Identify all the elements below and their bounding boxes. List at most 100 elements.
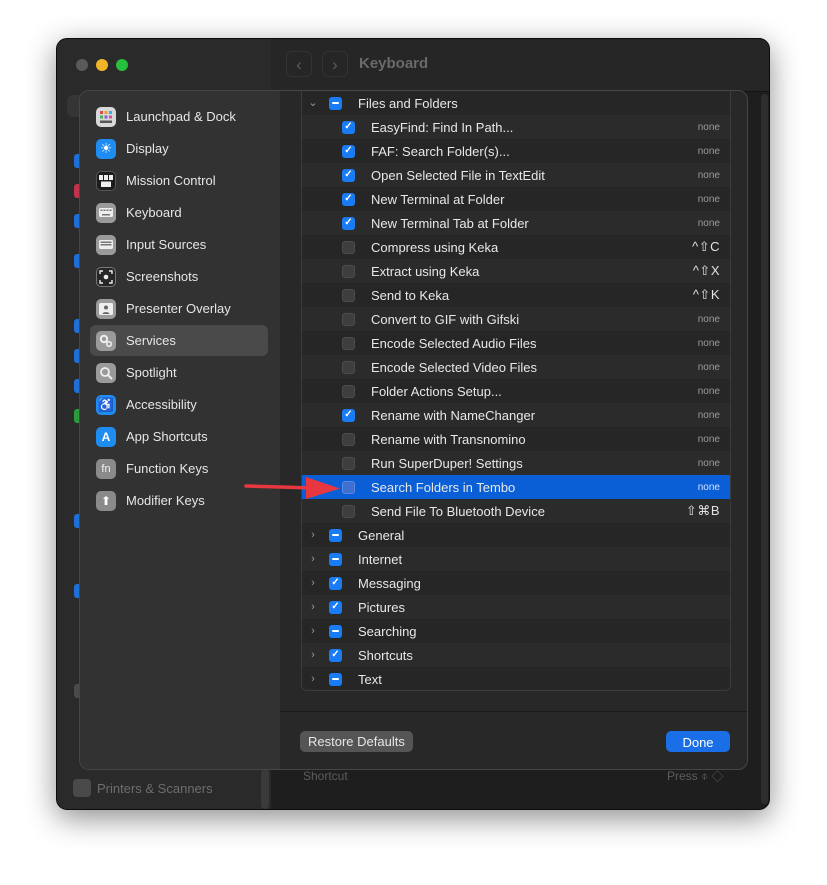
chevron-right-icon[interactable]: › xyxy=(307,601,319,613)
group-row-files-folders[interactable]: ⌄ Files and Folders xyxy=(302,91,730,115)
service-row[interactable]: ✓ New Terminal at Folder none xyxy=(302,187,730,211)
service-label: Send to Keka xyxy=(371,287,450,303)
shortcut-label[interactable]: none xyxy=(698,338,720,349)
service-row[interactable]: ✓ Rename with NameChanger none xyxy=(302,403,730,427)
sidebar-item-mission-control[interactable]: Mission Control xyxy=(90,165,268,196)
sidebar-item-screenshots[interactable]: Screenshots xyxy=(90,261,268,292)
shortcut-label[interactable]: none xyxy=(698,386,720,397)
group-checkbox[interactable] xyxy=(329,624,342,638)
group-row[interactable]: › Searching xyxy=(302,619,730,643)
chevron-right-icon[interactable]: › xyxy=(307,577,319,589)
service-checkbox[interactable] xyxy=(342,384,355,398)
group-checkbox[interactable]: ✓ xyxy=(329,600,342,614)
shortcut-label[interactable]: none xyxy=(698,146,720,157)
service-row[interactable]: ✓ New Terminal Tab at Folder none xyxy=(302,211,730,235)
group-checkbox[interactable]: ✓ xyxy=(329,648,342,662)
service-label: Open Selected File in TextEdit xyxy=(371,167,545,183)
shortcut-label[interactable]: none xyxy=(698,122,720,133)
shortcut-label[interactable]: none xyxy=(698,434,720,445)
chevron-right-icon[interactable]: › xyxy=(307,673,319,685)
zoom-window-button[interactable] xyxy=(116,59,128,71)
sidebar-item-modifier-keys[interactable]: ⬆ Modifier Keys xyxy=(90,485,268,516)
back-button[interactable]: ‹ xyxy=(286,51,312,77)
service-row[interactable]: ✓ Open Selected File in TextEdit none xyxy=(302,163,730,187)
service-row[interactable]: Run SuperDuper! Settings none xyxy=(302,451,730,475)
sidebar-item-printers-scanners[interactable]: Printers & Scanners xyxy=(73,779,213,797)
group-row[interactable]: › ✓ Messaging xyxy=(302,571,730,595)
shortcut-label[interactable]: ^⇧X xyxy=(693,263,720,279)
service-checkbox[interactable]: ✓ xyxy=(342,168,355,182)
service-row[interactable]: Compress using Keka ^⇧C xyxy=(302,235,730,259)
service-row[interactable]: Extract using Keka ^⇧X xyxy=(302,259,730,283)
service-checkbox[interactable] xyxy=(342,480,355,494)
chevron-right-icon[interactable]: › xyxy=(307,649,319,661)
shortcut-label[interactable]: none xyxy=(698,458,720,469)
service-row[interactable]: Encode Selected Video Files none xyxy=(302,355,730,379)
sidebar-item-spotlight[interactable]: Spotlight xyxy=(90,357,268,388)
group-row[interactable]: › General xyxy=(302,523,730,547)
service-row[interactable]: ✓ EasyFind: Find In Path... none xyxy=(302,115,730,139)
group-row[interactable]: › Internet xyxy=(302,547,730,571)
chevron-right-icon[interactable]: › xyxy=(307,553,319,565)
sidebar-item-presenter-overlay[interactable]: Presenter Overlay xyxy=(90,293,268,324)
service-checkbox[interactable] xyxy=(342,240,355,254)
service-checkbox[interactable] xyxy=(342,264,355,278)
sidebar-item-launchpad-dock[interactable]: Launchpad & Dock xyxy=(90,101,268,132)
service-checkbox[interactable]: ✓ xyxy=(342,216,355,230)
service-checkbox[interactable] xyxy=(342,432,355,446)
shortcut-label[interactable]: none xyxy=(698,362,720,373)
sidebar-item-accessibility[interactable]: ♿ Accessibility xyxy=(90,389,268,420)
sidebar-item-display[interactable]: ☀ Display xyxy=(90,133,268,164)
shortcut-label[interactable]: none xyxy=(698,170,720,181)
service-checkbox[interactable] xyxy=(342,456,355,470)
chevron-right-icon[interactable]: › xyxy=(307,529,319,541)
service-checkbox[interactable]: ✓ xyxy=(342,408,355,422)
sidebar-item-app-shortcuts[interactable]: A App Shortcuts xyxy=(90,421,268,452)
sidebar-item-function-keys[interactable]: fn Function Keys xyxy=(90,453,268,484)
service-checkbox[interactable] xyxy=(342,504,355,518)
group-checkbox[interactable] xyxy=(329,96,342,110)
shortcut-label[interactable]: none xyxy=(698,410,720,421)
restore-defaults-button[interactable]: Restore Defaults xyxy=(300,731,413,752)
chevron-down-icon[interactable]: ⌄ xyxy=(307,97,319,109)
shortcut-label[interactable]: none xyxy=(698,194,720,205)
service-checkbox[interactable] xyxy=(342,360,355,374)
group-checkbox[interactable] xyxy=(329,552,342,566)
sidebar-item-keyboard[interactable]: Keyboard xyxy=(90,197,268,228)
shortcut-label[interactable]: none xyxy=(698,482,720,493)
service-checkbox[interactable]: ✓ xyxy=(342,192,355,206)
service-checkbox[interactable] xyxy=(342,336,355,350)
group-checkbox[interactable] xyxy=(329,528,342,542)
background-shortcut-label: Shortcut xyxy=(303,769,348,783)
shortcut-label[interactable]: ^⇧K xyxy=(693,287,720,303)
sidebar-item-input-sources[interactable]: Input Sources xyxy=(90,229,268,260)
shortcut-label[interactable]: none xyxy=(698,314,720,325)
service-row[interactable]: Send File To Bluetooth Device ⇧⌘B xyxy=(302,499,730,523)
shortcut-label[interactable]: ⇧⌘B xyxy=(686,503,720,519)
service-row[interactable]: Convert to GIF with Gifski none xyxy=(302,307,730,331)
group-checkbox[interactable] xyxy=(329,672,342,686)
group-checkbox[interactable]: ✓ xyxy=(329,576,342,590)
service-row[interactable]: Send to Keka ^⇧K xyxy=(302,283,730,307)
service-checkbox[interactable]: ✓ xyxy=(342,120,355,134)
group-row[interactable]: › ✓ Pictures xyxy=(302,595,730,619)
sidebar-item-services[interactable]: Services xyxy=(90,325,268,356)
chevron-right-icon[interactable]: › xyxy=(307,625,319,637)
service-row[interactable]: Encode Selected Audio Files none xyxy=(302,331,730,355)
service-checkbox[interactable] xyxy=(342,288,355,302)
minimize-window-button[interactable] xyxy=(96,59,108,71)
background-scrollbar xyxy=(261,769,269,809)
forward-button[interactable]: › xyxy=(322,51,348,77)
service-row[interactable]: Folder Actions Setup... none xyxy=(302,379,730,403)
service-row[interactable]: Search Folders in Tembo none xyxy=(302,475,730,499)
service-checkbox[interactable] xyxy=(342,312,355,326)
group-row[interactable]: › Text xyxy=(302,667,730,690)
close-window-button[interactable] xyxy=(76,59,88,71)
service-row[interactable]: Rename with Transnomino none xyxy=(302,427,730,451)
group-row[interactable]: › ✓ Shortcuts xyxy=(302,643,730,667)
done-button[interactable]: Done xyxy=(666,731,730,752)
service-checkbox[interactable]: ✓ xyxy=(342,144,355,158)
service-row[interactable]: ✓ FAF: Search Folder(s)... none xyxy=(302,139,730,163)
shortcut-label[interactable]: none xyxy=(698,218,720,229)
shortcut-label[interactable]: ^⇧C xyxy=(692,239,720,255)
